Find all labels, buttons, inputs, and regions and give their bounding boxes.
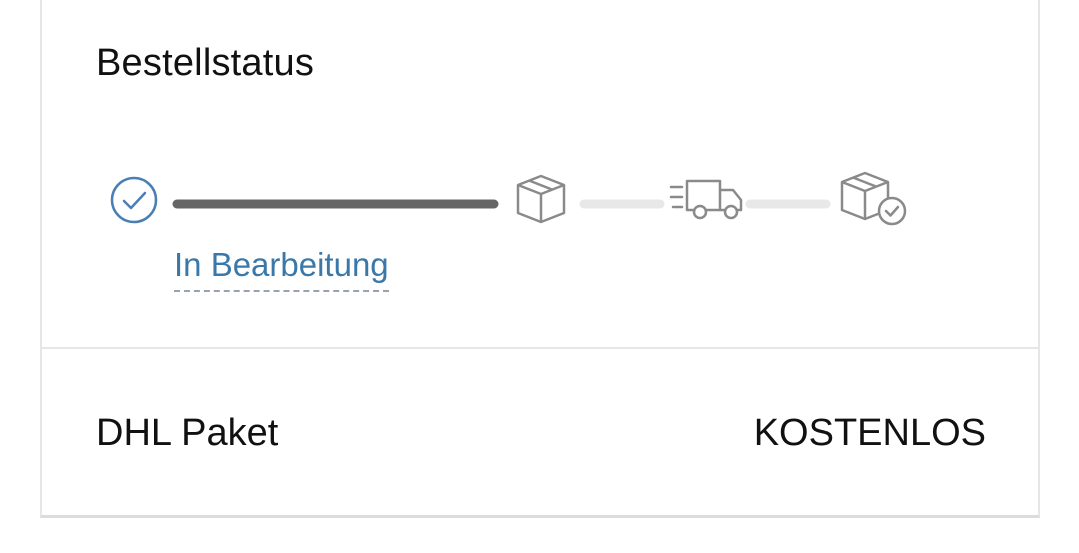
current-status-link[interactable]: In Bearbeitung [174,246,389,292]
order-status-card: Bestellstatus In Bearbeitung DHL Paket K… [40,0,1040,518]
shipping-method: DHL Paket [96,412,279,454]
delivery-truck-icon [669,179,743,220]
check-circle-icon [110,176,158,224]
package-delivered-icon [840,171,907,226]
divider [42,347,1038,349]
shipping-price: KOSTENLOS [753,412,986,454]
package-icon [516,174,566,224]
